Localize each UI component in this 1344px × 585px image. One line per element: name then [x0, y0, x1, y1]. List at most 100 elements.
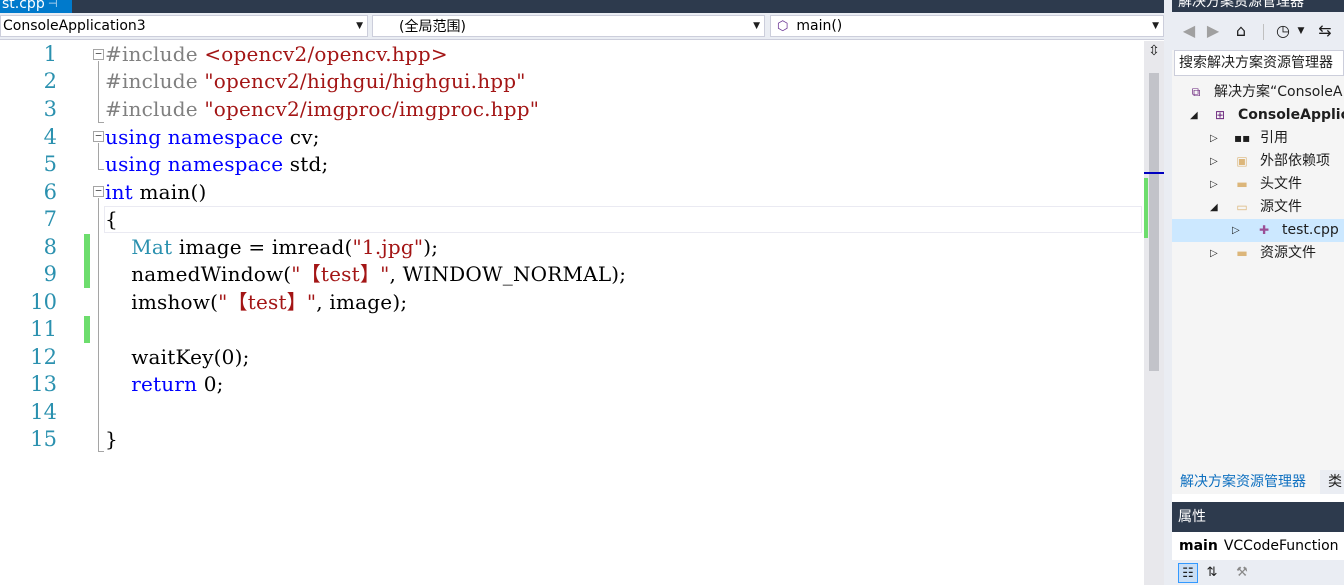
back-icon[interactable]: ◀: [1178, 20, 1200, 42]
code-text: return 0;: [105, 371, 224, 398]
line-number: 3: [43, 97, 57, 121]
project-icon: ⊞: [1214, 108, 1226, 122]
code-line[interactable]: 2 #include "opencv2/highgui/highgui.hpp": [0, 68, 1140, 95]
code-line[interactable]: 1 #include <opencv2/opencv.hpp>: [0, 41, 1140, 68]
code-text: using namespace cv;: [105, 124, 320, 151]
plain-token: );: [423, 235, 439, 259]
properties-title: 属性: [1172, 502, 1344, 532]
type-token: Mat: [131, 235, 173, 259]
line-number: 9: [43, 262, 57, 286]
string-token: "opencv2/imgproc/imgproc.hpp": [204, 97, 540, 121]
tree-item-solution[interactable]: ⧉ 解决方案“ConsoleA: [1172, 81, 1344, 104]
code-text: imshow("【test】", image);: [105, 289, 407, 316]
plain-token: std;: [283, 152, 329, 176]
caret-position-marker: [1144, 172, 1164, 174]
search-placeholder: 搜索解决方案资源管理器: [1179, 55, 1333, 71]
properties-toolbar: ☷ ⇅ ⚒: [1172, 560, 1344, 585]
code-line[interactable]: 3 #include "opencv2/imgproc/imgproc.hpp": [0, 96, 1140, 123]
line-number: 11: [30, 317, 57, 341]
code-text: }: [105, 427, 118, 451]
collapsed-icon[interactable]: ▷: [1210, 127, 1220, 150]
code-line[interactable]: 12 waitKey(0);: [0, 344, 1140, 371]
line-number: 4: [43, 125, 57, 149]
code-line[interactable]: 8 Mat image = imread("1.jpg");: [0, 234, 1140, 261]
forward-icon[interactable]: ▶: [1202, 20, 1224, 42]
code-line[interactable]: 14: [0, 399, 1140, 426]
keyword-token: return: [131, 372, 198, 396]
object-type: VCCodeFunction: [1223, 538, 1339, 554]
line-number: 13: [30, 372, 57, 396]
tree-item-test-cpp[interactable]: ▷ ✚ test.cpp: [1172, 219, 1344, 242]
panel-splitter[interactable]: [1164, 0, 1172, 585]
folder-open-icon: ▭: [1236, 200, 1248, 214]
solution-explorer-search[interactable]: 搜索解决方案资源管理器: [1174, 50, 1344, 76]
alphabetical-sort-icon[interactable]: ⇅: [1202, 563, 1222, 583]
plain-token: main(): [132, 180, 207, 204]
code-line[interactable]: 5 using namespace std;: [0, 151, 1140, 178]
collapsed-icon[interactable]: ▷: [1210, 242, 1220, 265]
document-tab[interactable]: st.cpp: [0, 0, 72, 13]
change-overview-marker: [1144, 178, 1148, 238]
scrollbar-thumb[interactable]: [1149, 73, 1159, 371]
tree-item-label: 源文件: [1260, 199, 1302, 215]
tab-class-view[interactable]: 类: [1324, 470, 1344, 494]
code-text: namedWindow("【test】", WINDOW_NORMAL);: [105, 261, 626, 288]
plain-token: imshow(: [105, 290, 219, 314]
collapsed-icon[interactable]: ▷: [1210, 150, 1220, 173]
categorized-icon[interactable]: ☷: [1178, 563, 1198, 583]
code-text: #include "opencv2/highgui/highgui.hpp": [105, 68, 526, 95]
line-number: 5: [43, 152, 57, 176]
code-line[interactable]: 6 int main(): [0, 179, 1140, 206]
project-dropdown-value: ConsoleApplication3: [3, 18, 146, 34]
expanded-icon[interactable]: ◢: [1210, 196, 1220, 219]
properties-object-selector[interactable]: main VCCodeFunction: [1172, 532, 1344, 560]
tree-item-external-deps[interactable]: ▷ ▣ 外部依赖项: [1172, 150, 1344, 173]
change-marker: [84, 316, 90, 343]
tree-item-resource-files[interactable]: ▷ ▬ 资源文件: [1172, 242, 1344, 265]
solution-explorer-title: 解决方案资源管理器: [1172, 0, 1344, 12]
code-line[interactable]: 13 return 0;: [0, 371, 1140, 398]
tree-item-references[interactable]: ▷ ▪▪ 引用: [1172, 127, 1344, 150]
tree-item-label: ConsoleApplic: [1238, 107, 1344, 123]
tree-item-project[interactable]: ◢ ⊞ ConsoleApplic: [1172, 104, 1344, 127]
code-text: #include "opencv2/imgproc/imgproc.hpp": [105, 96, 539, 123]
code-line[interactable]: 11: [0, 316, 1140, 343]
string-token: "opencv2/highgui/highgui.hpp": [204, 69, 526, 93]
line-number: 1: [43, 42, 57, 66]
tab-solution-explorer[interactable]: 解决方案资源管理器: [1172, 470, 1320, 494]
code-line[interactable]: 10 imshow("【test】", image);: [0, 289, 1140, 316]
plain-token: 0;: [197, 372, 224, 396]
expanded-icon[interactable]: ◢: [1190, 104, 1200, 127]
folder-icon: ▬: [1236, 177, 1248, 191]
tree-item-label: 外部依赖项: [1260, 153, 1330, 169]
code-text: int main(): [105, 179, 206, 206]
vertical-scrollbar[interactable]: ⇳: [1144, 41, 1164, 585]
solution-explorer-toolbar: ◀ ▶ ⌂ ◷ ▼ ⇆: [1172, 12, 1344, 50]
chevron-down-icon[interactable]: ▼: [1290, 20, 1312, 42]
tree-item-header-files[interactable]: ▷ ▬ 头文件: [1172, 173, 1344, 196]
code-line[interactable]: 7 {: [0, 206, 1140, 233]
sync-icon[interactable]: ⇆: [1314, 20, 1336, 42]
code-line[interactable]: 15 }: [0, 426, 1140, 453]
code-line[interactable]: 4 using namespace cv;: [0, 124, 1140, 151]
project-dropdown[interactable]: ConsoleApplication3 ▼: [0, 15, 368, 37]
change-marker: [84, 261, 90, 288]
member-dropdown[interactable]: ⬡ main() ▼: [770, 15, 1164, 37]
toolbar-separator: [1263, 24, 1264, 40]
change-marker: [84, 234, 90, 261]
code-line[interactable]: 9 namedWindow("【test】", WINDOW_NORMAL);: [0, 261, 1140, 288]
tree-item-label: test.cpp: [1282, 222, 1339, 238]
tree-item-source-files[interactable]: ◢ ▭ 源文件: [1172, 196, 1344, 219]
scope-dropdown[interactable]: (全局范围) ▼: [372, 15, 765, 37]
document-tab-label: st.cpp: [2, 0, 45, 12]
home-icon[interactable]: ⌂: [1230, 20, 1252, 42]
collapsed-icon[interactable]: ▷: [1232, 219, 1242, 242]
properties-panel: 属性 main VCCodeFunction ☷ ⇅ ⚒: [1172, 502, 1344, 585]
code-editor[interactable]: − − − 1 #include <opencv2/opencv.hpp> 2 …: [0, 41, 1144, 585]
collapsed-icon[interactable]: ▷: [1210, 173, 1220, 196]
split-window-icon[interactable]: ⇳: [1146, 43, 1162, 59]
preprocessor-token: #include: [105, 97, 205, 121]
wrench-icon[interactable]: ⚒: [1232, 563, 1252, 583]
chevron-down-icon: ▼: [1152, 21, 1159, 31]
tab-pin-icon[interactable]: ⊣: [48, 0, 58, 9]
